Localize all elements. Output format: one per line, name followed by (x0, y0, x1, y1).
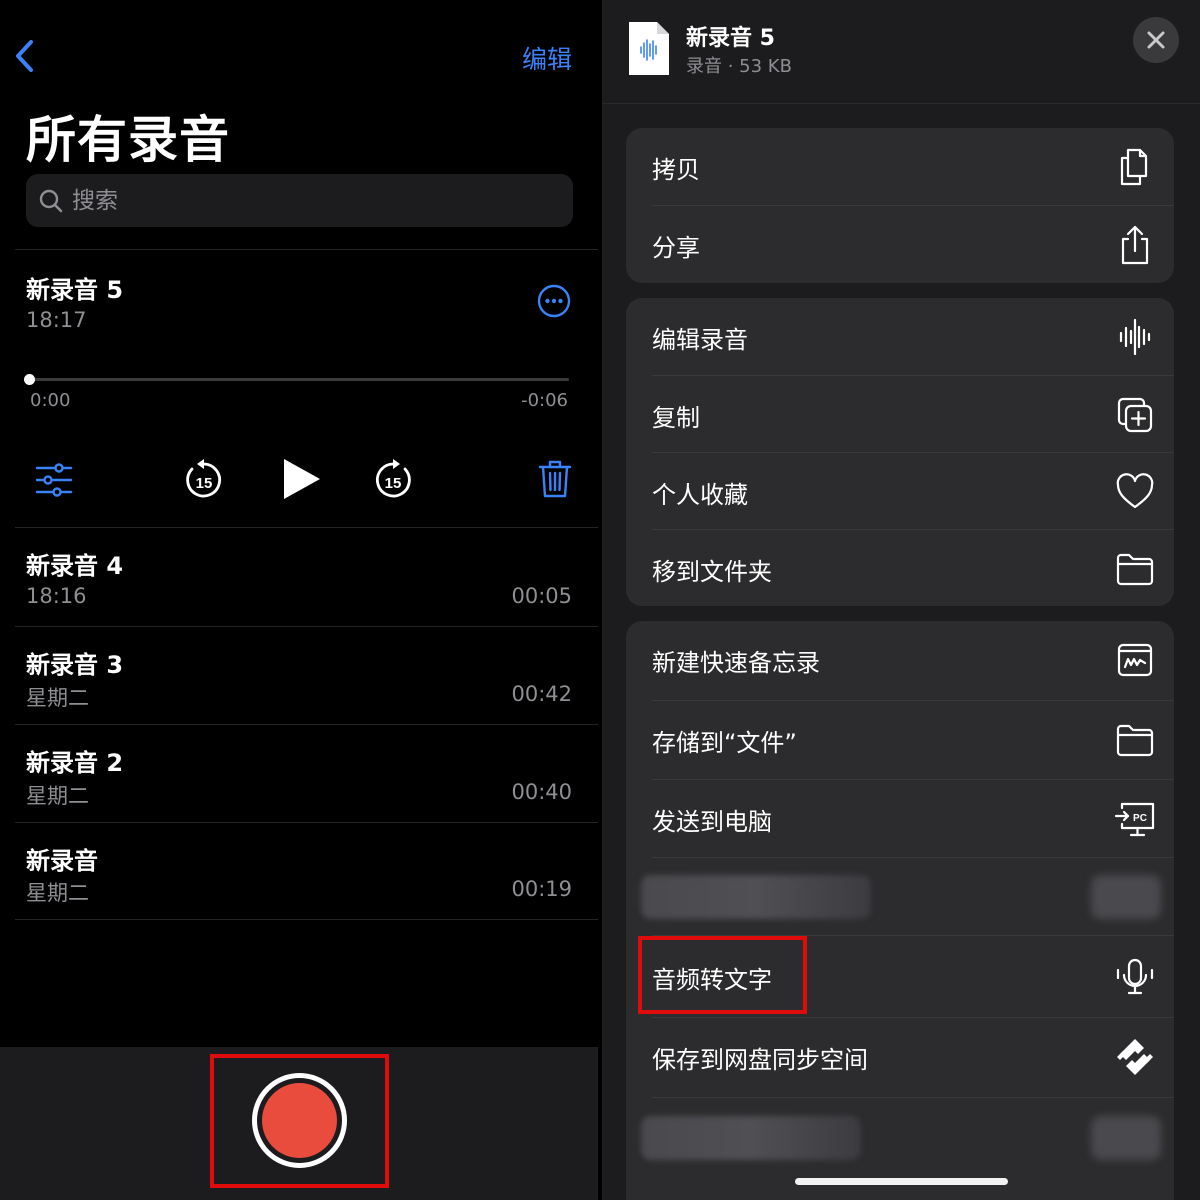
svg-text:15: 15 (385, 475, 402, 492)
folder-icon (1116, 553, 1154, 586)
home-indicator (795, 1178, 1008, 1185)
recording-date: 18:16 (26, 584, 87, 608)
action-save-to-cloud-sync[interactable]: 保存到网盘同步空间 (626, 1018, 1174, 1095)
recording-title: 新录音 5 (26, 276, 124, 304)
search-bar[interactable] (26, 174, 573, 227)
redacted-icon (1091, 875, 1161, 919)
action-label: 拷贝 (652, 156, 700, 184)
send-to-pc-icon: PC (1114, 802, 1155, 837)
redacted-item (641, 875, 871, 919)
copy-icon (1120, 148, 1148, 186)
redacted-item (641, 1116, 861, 1160)
action-label: 新建快速备忘录 (652, 649, 820, 677)
duplicate-icon (1117, 397, 1153, 433)
back-chevron-icon[interactable] (10, 36, 40, 76)
settings-sliders-icon[interactable] (35, 463, 73, 497)
divider (15, 527, 598, 528)
divider (15, 724, 598, 725)
close-button[interactable] (1133, 17, 1179, 63)
divider (652, 1097, 1174, 1098)
action-copy[interactable]: 拷贝 (626, 128, 1174, 205)
action-label: 分享 (652, 234, 700, 262)
recording-duration: 00:19 (511, 877, 572, 901)
action-label: 移到文件夹 (652, 558, 772, 586)
divider (652, 857, 1174, 858)
search-icon (39, 189, 63, 213)
action-label: 发送到电脑 (652, 808, 772, 836)
action-favorite[interactable]: 个人收藏 (626, 453, 1174, 530)
recording-date: 星期二 (26, 784, 89, 808)
search-input[interactable] (72, 183, 552, 219)
close-icon (1147, 31, 1165, 49)
more-options-icon[interactable] (537, 284, 571, 318)
action-group-2: 编辑录音 复制 个人收藏 移到文件夹 (626, 298, 1174, 606)
voice-memos-panel: 编辑 所有录音 新录音 5 18:17 0:00 -0:06 (0, 0, 598, 1200)
action-label: 复制 (652, 404, 700, 432)
file-meta: 录音 · 53 KB (686, 56, 792, 77)
divider (15, 249, 598, 250)
action-move-to-folder[interactable]: 移到文件夹 (626, 530, 1174, 606)
action-save-to-files[interactable]: 存储到“文件” (626, 701, 1174, 778)
divider (15, 919, 598, 920)
recording-time: 18:17 (26, 308, 87, 332)
recording-title: 新录音 (26, 847, 98, 875)
action-label: 编辑录音 (652, 326, 748, 354)
trash-icon[interactable] (538, 459, 572, 499)
remaining-time: -0:06 (521, 390, 568, 411)
elapsed-time: 0:00 (30, 390, 71, 411)
recording-date: 星期二 (26, 686, 89, 710)
audio-file-icon (629, 22, 669, 75)
recording-duration: 00:05 (511, 584, 572, 608)
skip-back-15-icon[interactable]: 15 (183, 458, 225, 502)
recording-title: 新录音 2 (26, 749, 124, 777)
folder-icon (1116, 724, 1154, 757)
page-title: 所有录音 (26, 111, 230, 169)
heart-icon (1116, 473, 1154, 509)
scrubber-handle[interactable] (24, 374, 35, 385)
action-edit-recording[interactable]: 编辑录音 (626, 298, 1174, 375)
action-quick-note[interactable]: 新建快速备忘录 (626, 621, 1174, 698)
action-duplicate[interactable]: 复制 (626, 376, 1174, 453)
edit-button[interactable]: 编辑 (522, 40, 572, 76)
action-send-to-pc[interactable]: 发送到电脑 PC (626, 780, 1174, 857)
waveform-icon (1119, 318, 1151, 356)
file-title: 新录音 5 (686, 26, 775, 51)
redacted-icon (1091, 1116, 1161, 1160)
divider (15, 626, 598, 627)
action-label: 个人收藏 (652, 481, 748, 509)
action-share[interactable]: 分享 (626, 206, 1174, 283)
recording-duration: 00:40 (511, 780, 572, 804)
cloud-sync-icon (1117, 1039, 1153, 1075)
play-icon[interactable] (280, 456, 324, 502)
share-icon (1121, 225, 1149, 265)
recording-title: 新录音 4 (26, 552, 124, 580)
recording-duration: 00:42 (511, 682, 572, 706)
action-label: 保存到网盘同步空间 (652, 1046, 868, 1074)
highlight-box (638, 936, 807, 1014)
quick-note-icon (1117, 643, 1153, 677)
svg-text:PC: PC (1133, 813, 1147, 824)
share-sheet: 新录音 5 录音 · 53 KB 拷贝 分享 编辑录音 复制 个人收藏 移到文件… (602, 0, 1200, 1200)
recording-title: 新录音 3 (26, 651, 124, 679)
scrubber-track[interactable] (28, 378, 569, 381)
share-sheet-header: 新录音 5 录音 · 53 KB (602, 0, 1200, 104)
action-group-3: 新建快速备忘录 存储到“文件” 发送到电脑 PC 音频转文字 保存到网盘同步空间 (626, 621, 1174, 1200)
microphone-icon (1116, 958, 1154, 995)
skip-forward-15-icon[interactable]: 15 (372, 458, 414, 502)
highlight-box (210, 1054, 389, 1188)
divider (15, 822, 598, 823)
action-label: 存储到“文件” (652, 729, 797, 757)
svg-text:15: 15 (196, 475, 213, 492)
recording-date: 星期二 (26, 881, 89, 905)
action-group-1: 拷贝 分享 (626, 128, 1174, 283)
